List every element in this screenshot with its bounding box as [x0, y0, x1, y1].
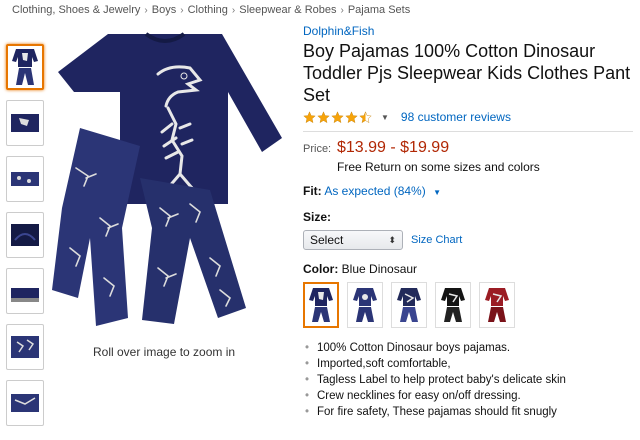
size-row: Select ⬍ Size Chart: [303, 230, 633, 250]
color-swatch-2[interactable]: [347, 282, 383, 328]
thumbnail-4[interactable]: [6, 212, 44, 258]
color-selected-value: Blue Dinosaur: [341, 262, 418, 276]
color-swatch-blue-dinosaur[interactable]: [303, 282, 339, 328]
breadcrumb-separator: ›: [231, 5, 236, 16]
pajama-detail-thumbnail-image: [11, 114, 39, 132]
main-product-image[interactable]: [50, 28, 290, 338]
rating-row: ▼ 98 customer reviews: [303, 109, 633, 125]
size-select-value: Select: [310, 233, 344, 247]
thumbnail-6[interactable]: [6, 324, 44, 370]
thumbnail-3[interactable]: [6, 156, 44, 202]
fabric-thumbnail-image: [11, 224, 39, 246]
breadcrumb-item-clothing-shoes-jewelry[interactable]: Clothing, Shoes & Jewelry: [12, 4, 140, 16]
pajama-pants-thumbnail-image: [11, 172, 39, 186]
price-row: Price: $13.99 - $19.99: [303, 139, 633, 157]
star-full-icon: [331, 110, 344, 123]
feature-bullet: Imported,soft comfortable,: [303, 356, 633, 372]
swatch-image: [309, 288, 333, 322]
size-chart-link[interactable]: Size Chart: [411, 234, 462, 246]
thumbnail-2[interactable]: [6, 100, 44, 146]
feature-bullets: 100% Cotton Dinosaur boys pajamas. Impor…: [303, 340, 633, 420]
zoom-hint: Roll over image to zoom in: [93, 345, 236, 359]
swatch-image: [485, 288, 509, 322]
cuff-thumbnail-image: [11, 288, 39, 302]
feature-bullet: Crew necklines for easy on/off dressing.: [303, 388, 633, 404]
color-swatch-3[interactable]: [391, 282, 427, 328]
chevron-down-icon[interactable]: ▼: [381, 113, 389, 122]
breadcrumb-separator: ›: [144, 5, 148, 16]
price-value: $13.99 - $19.99: [337, 139, 450, 156]
color-swatches: [303, 282, 633, 328]
brand-link[interactable]: Dolphin&Fish: [303, 24, 633, 38]
color-row: Color: Blue Dinosaur: [303, 262, 633, 276]
star-full-icon: [303, 110, 316, 123]
size-select[interactable]: Select ⬍: [303, 230, 403, 250]
star-full-icon: [345, 110, 358, 123]
color-swatch-5[interactable]: [479, 282, 515, 328]
breadcrumb-item-boys[interactable]: Boys: [152, 4, 176, 16]
thumbnail-7[interactable]: [6, 380, 44, 426]
fit-row: Fit: As expected (84%) ▼: [303, 184, 633, 198]
customer-reviews-link[interactable]: 98 customer reviews: [401, 110, 511, 124]
print-thumbnail-image: [11, 336, 39, 358]
star-full-icon: [317, 110, 330, 123]
star-rating[interactable]: [303, 110, 373, 124]
divider: [303, 131, 633, 132]
product-info-panel: Dolphin&Fish Boy Pajamas 100% Cotton Din…: [303, 24, 633, 420]
breadcrumb-item-clothing[interactable]: Clothing: [188, 4, 228, 16]
breadcrumb-item-pajama-sets[interactable]: Pajama Sets: [348, 4, 410, 16]
color-label: Color:: [303, 262, 339, 276]
size-label: Size:: [303, 210, 332, 224]
select-arrows-icon: ⬍: [388, 234, 396, 245]
swatch-image: [441, 288, 465, 322]
pajama-set-thumbnail-image: [12, 49, 38, 85]
fit-value-link[interactable]: As expected (84%): [324, 184, 425, 198]
feature-bullet: Tagless Label to help protect baby's del…: [303, 372, 633, 388]
thumbnail-1[interactable]: [6, 44, 44, 90]
breadcrumb-item-sleepwear-robes[interactable]: Sleepwear & Robes: [239, 4, 336, 16]
swatch-image: [353, 288, 377, 322]
breadcrumb-separator: ›: [180, 5, 184, 16]
star-half-icon: [359, 110, 372, 123]
feature-bullet: For fire safety, These pajamas should fi…: [303, 404, 633, 420]
breadcrumb: Clothing, Shoes & Jewelry › Boys › Clothing ›…: [12, 4, 410, 16]
product-title: Boy Pajamas 100% Cotton Dinosaur Toddler…: [303, 41, 631, 105]
thumbnail-list: [6, 44, 44, 436]
color-swatch-4[interactable]: [435, 282, 471, 328]
breadcrumb-separator: ›: [340, 5, 344, 16]
chevron-down-icon[interactable]: ▼: [433, 188, 441, 197]
free-return-note: Free Return on some sizes and colors: [337, 160, 540, 174]
swatch-image: [397, 288, 421, 322]
label-thumbnail-image: [11, 394, 39, 412]
fit-label: Fit:: [303, 184, 322, 198]
price-label: Price:: [303, 143, 332, 155]
thumbnail-5[interactable]: [6, 268, 44, 314]
feature-bullet: 100% Cotton Dinosaur boys pajamas.: [303, 340, 633, 356]
